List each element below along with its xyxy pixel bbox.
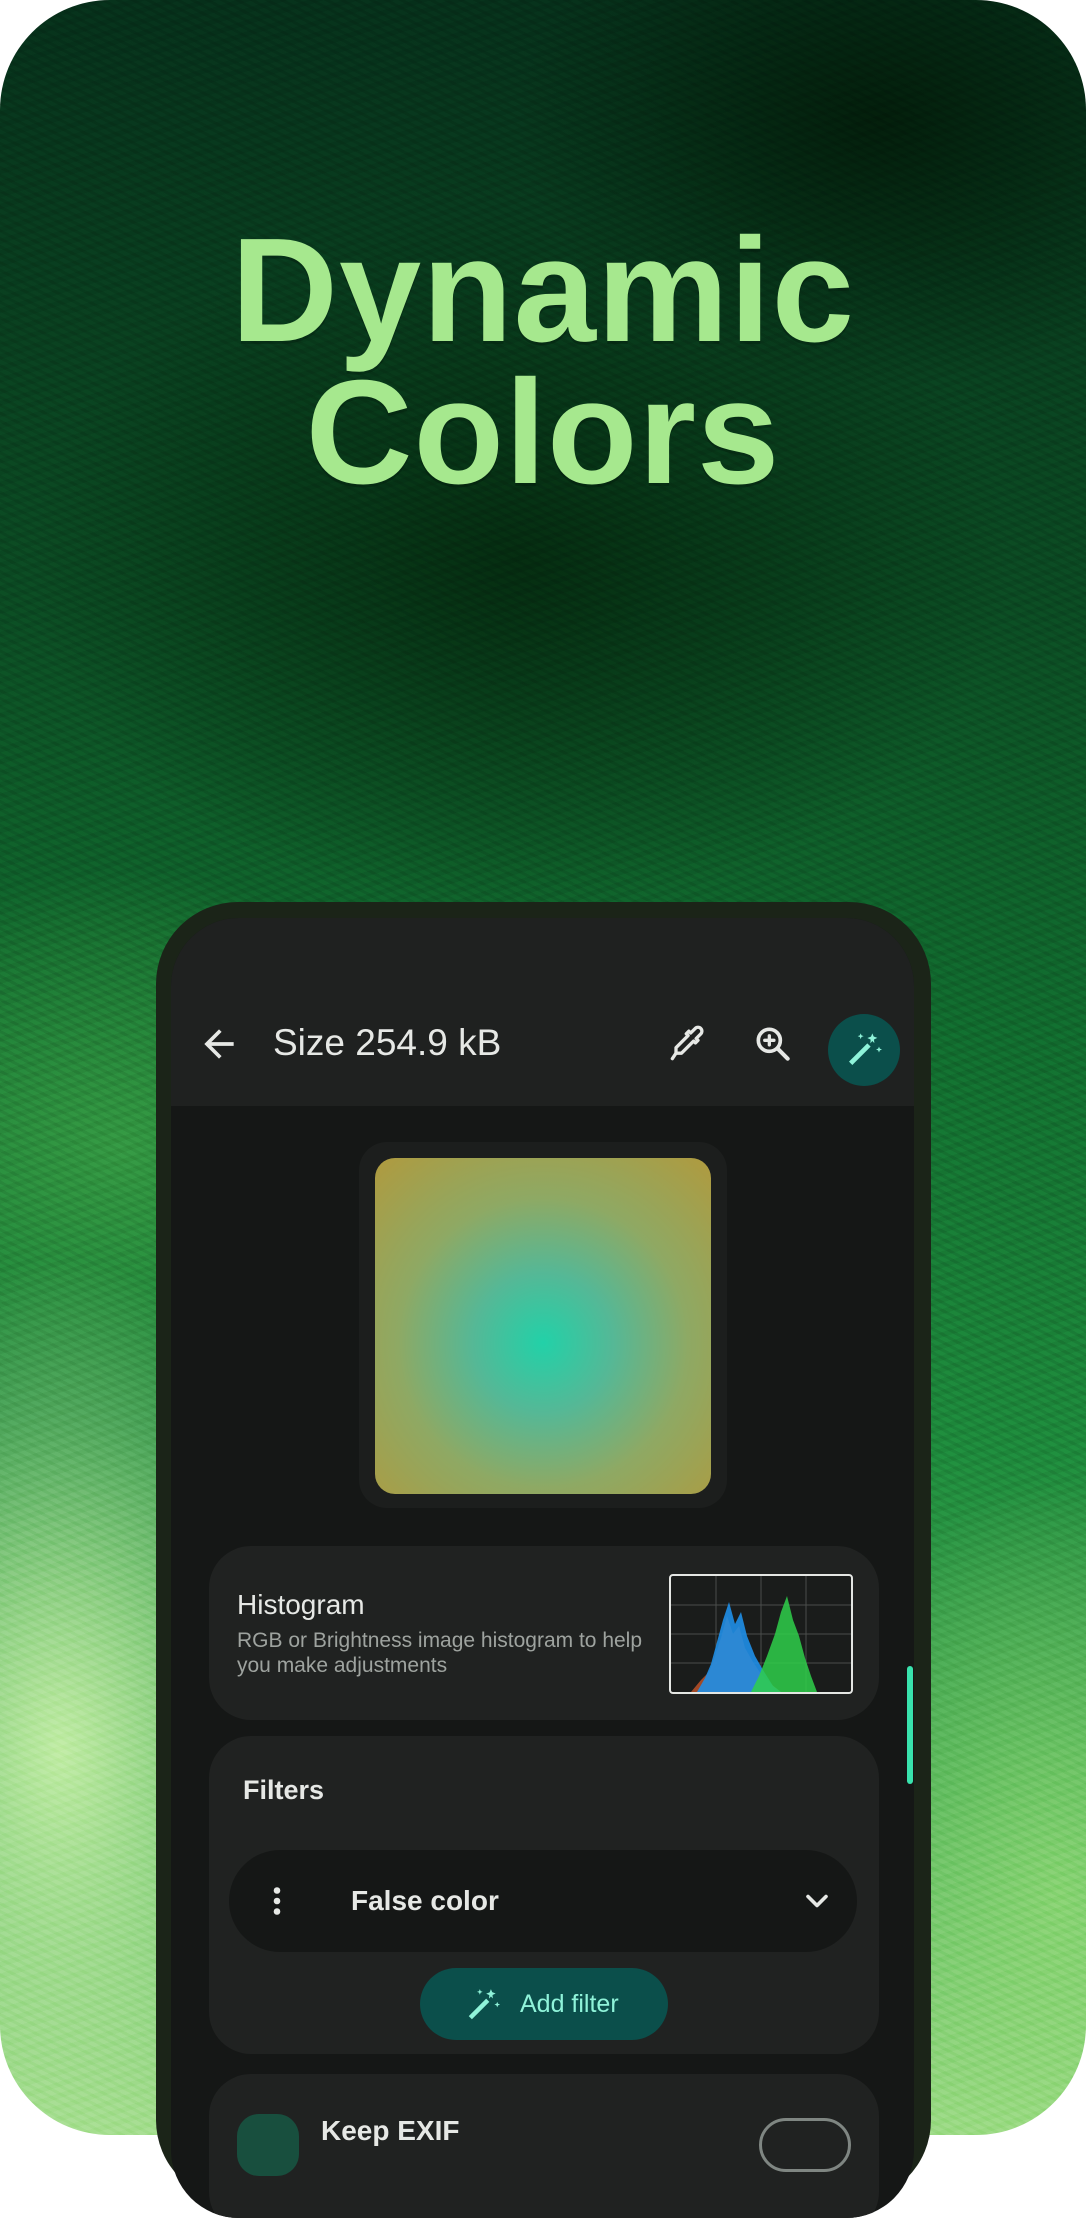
histogram-thumbnail bbox=[669, 1574, 853, 1694]
keep-exif-card[interactable]: Keep EXIF bbox=[209, 2074, 879, 2218]
page-title: Size 254.9 kB bbox=[273, 1022, 502, 1063]
keep-exif-switch[interactable] bbox=[759, 2118, 851, 2172]
chevron-down-icon[interactable] bbox=[799, 1883, 835, 1919]
filter-item[interactable]: False color bbox=[229, 1850, 857, 1952]
headline-line-2: Colors bbox=[305, 350, 781, 515]
histogram-subtitle: RGB or Brightness image histogram to hel… bbox=[237, 1629, 643, 1677]
zoom-in-icon[interactable] bbox=[751, 1022, 795, 1066]
phone-screen: Size 254.9 kB Histogram RGB or Brightnes… bbox=[171, 918, 914, 2218]
histogram-card[interactable]: Histogram RGB or Brightness image histog… bbox=[209, 1546, 879, 1720]
auto-fix-icon bbox=[468, 1989, 501, 2020]
headline-line-1: Dynamic bbox=[231, 208, 855, 373]
arrow-back-icon[interactable] bbox=[197, 1022, 241, 1066]
histogram-graph bbox=[671, 1576, 851, 1692]
auto-fix-icon bbox=[849, 1033, 882, 1065]
auto-fix-button[interactable] bbox=[828, 1014, 900, 1086]
top-app-bar: Size 254.9 kB bbox=[171, 918, 914, 1106]
scrollbar[interactable] bbox=[907, 1666, 913, 1784]
document-icon bbox=[237, 2114, 299, 2176]
add-filter-button[interactable]: Add filter bbox=[420, 1968, 668, 2040]
filters-card: Filters False color Add filter bbox=[209, 1736, 879, 2054]
keep-exif-label: Keep EXIF bbox=[321, 2115, 460, 2146]
histogram-title: Histogram bbox=[237, 1589, 365, 1620]
more-vert-icon[interactable] bbox=[259, 1883, 295, 1919]
filter-item-label: False color bbox=[351, 1885, 499, 1916]
eyedropper-icon[interactable] bbox=[665, 1022, 709, 1066]
promo-headline: Dynamic Colors bbox=[0, 208, 1086, 515]
image-preview[interactable] bbox=[375, 1158, 711, 1494]
add-filter-label: Add filter bbox=[520, 1990, 619, 2018]
filters-title: Filters bbox=[243, 1775, 325, 1805]
